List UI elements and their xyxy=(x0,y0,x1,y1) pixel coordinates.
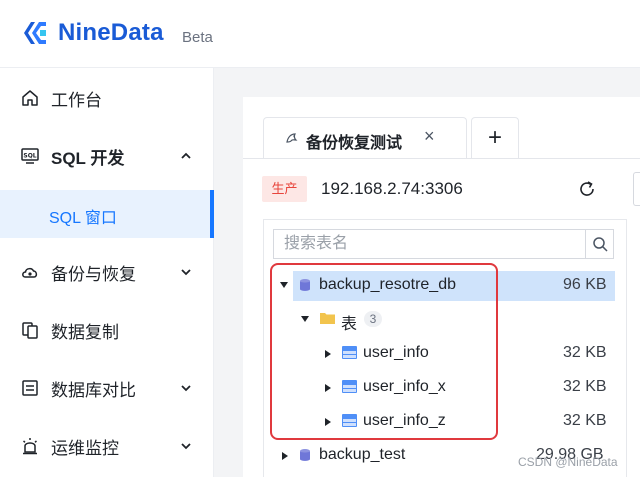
search-icon xyxy=(593,237,608,252)
mysql-dolphin-icon xyxy=(286,133,298,143)
beta-tag: Beta xyxy=(182,29,213,46)
cloud-backup-icon xyxy=(22,267,38,278)
tab-close-button[interactable]: × xyxy=(424,126,435,147)
sidebar-item-label: 工作台 xyxy=(51,90,102,110)
sidebar-item-sql-window[interactable]: SQL 窗口 xyxy=(0,190,214,238)
ninedata-logo-icon xyxy=(24,22,46,44)
search-button[interactable] xyxy=(585,229,614,259)
add-tab-button[interactable]: + xyxy=(471,117,519,159)
sidebar-item-ops-monitor[interactable]: 运维监控 xyxy=(0,418,214,474)
table-size-text: 32 KB xyxy=(563,378,607,395)
table-size-text: 32 KB xyxy=(563,412,607,429)
tab-label: 备份恢复测试 xyxy=(306,135,403,152)
sidebar-item-label: 运维监控 xyxy=(51,438,119,458)
home-icon xyxy=(22,90,38,106)
expand-toggle[interactable] xyxy=(278,441,298,471)
sidebar-item-workbench[interactable]: 工作台 xyxy=(0,70,214,126)
sidebar-item-db-compare[interactable]: 数据库对比 xyxy=(0,360,214,416)
chevron-down-icon xyxy=(181,385,191,392)
sidebar-item-label: 数据库对比 xyxy=(51,380,136,400)
database-icon xyxy=(300,449,310,461)
database-size-text: 96 KB xyxy=(563,276,607,293)
sidebar-item-label: SQL 开发 xyxy=(51,148,125,168)
env-badge: 生产 xyxy=(262,176,307,202)
table-size-text: 32 KB xyxy=(563,344,607,361)
active-indicator xyxy=(210,190,214,238)
sidebar-item-backup-restore[interactable]: 备份与恢复 xyxy=(0,244,214,300)
toolbar-edge xyxy=(633,172,640,206)
panel-divider[interactable] xyxy=(626,219,627,477)
compare-icon xyxy=(22,380,38,396)
sidebar-item-label: SQL 窗口 xyxy=(49,210,117,227)
chevron-down-icon xyxy=(181,269,191,276)
svg-text:SQL: SQL xyxy=(23,153,36,160)
brand-name: NineData xyxy=(58,19,164,46)
sidebar-item-label: 数据复制 xyxy=(51,322,119,342)
watermark: CSDN @NineData xyxy=(518,455,618,469)
brand-logo[interactable]: NineData xyxy=(20,18,164,48)
table-search-input[interactable] xyxy=(273,229,586,259)
sidebar-item-data-replication[interactable]: 数据复制 xyxy=(0,302,214,358)
top-header: NineData Beta xyxy=(0,0,640,68)
caret-right-icon xyxy=(282,452,288,460)
tab-divider xyxy=(243,158,640,159)
sidebar-item-sql-dev[interactable]: SQL SQL 开发 xyxy=(0,128,214,184)
tab-backup-restore-test[interactable]: 备份恢复测试 × xyxy=(263,117,467,159)
chevron-down-icon xyxy=(181,443,191,450)
refresh-icon[interactable] xyxy=(578,180,596,198)
sidebar-item-label: 备份与恢复 xyxy=(51,264,136,284)
chevron-up-icon xyxy=(181,152,191,159)
annotation-highlight-box xyxy=(270,263,498,440)
copy-icon xyxy=(22,322,38,339)
connection-host: 192.168.2.74:3306 xyxy=(321,179,463,198)
database-name-text: backup_test xyxy=(319,446,406,463)
alarm-icon xyxy=(23,438,37,455)
sql-icon: SQL xyxy=(21,148,39,164)
sidebar: 工作台 SQL SQL 开发 SQL 窗口 备份与恢复 数据复制 数据库对比 运… xyxy=(0,68,214,477)
